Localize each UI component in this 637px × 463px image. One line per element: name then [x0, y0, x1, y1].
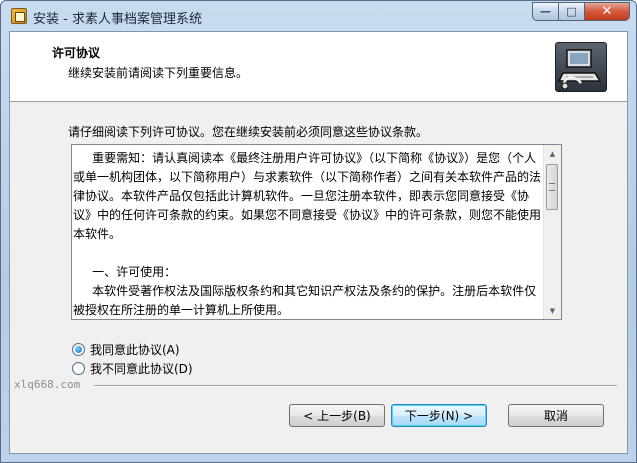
minimize-button[interactable]: — [532, 2, 559, 21]
brand-watermark: xlq668.com [14, 378, 81, 391]
footer-divider [94, 385, 617, 387]
maximize-icon: □ [566, 5, 577, 18]
close-button[interactable]: ✕ [585, 2, 630, 21]
license-text: 重要需知：请认真阅读本《最终注册用户许可协议》（以下简称《协议》）是您（个人或单… [73, 151, 542, 317]
installer-icon [11, 8, 27, 24]
disagree-option[interactable]: 我不同意此协议(D) [72, 360, 193, 377]
scroll-down-arrow-icon[interactable]: ▼ [544, 302, 561, 319]
maximize-button[interactable]: □ [559, 2, 585, 21]
scroll-up-arrow-icon[interactable]: ▲ [544, 145, 561, 162]
instruction-text: 请仔细阅读下列许可协议。您在继续安装前必须同意这些协议条款。 [68, 125, 429, 139]
next-button[interactable]: 下一步(N) > [391, 404, 487, 427]
window-title: 安装 - 求素人事档案管理系统 [33, 12, 202, 27]
page-subtitle: 继续安装前请阅读下列重要信息。 [68, 66, 249, 80]
scroll-thumb[interactable] [546, 164, 558, 210]
title-bar[interactable]: 安装 - 求素人事档案管理系统 — □ ✕ [1, 1, 636, 31]
license-scrollbar[interactable]: ▲ ▼ [543, 145, 561, 319]
wizard-header: 许可协议 继续安装前请阅读下列重要信息。 [10, 32, 627, 102]
agree-radio[interactable] [72, 343, 85, 356]
grip-icon [549, 183, 555, 191]
license-textbox[interactable]: 重要需知：请认真阅读本《最终注册用户许可协议》（以下简称《协议》）是您（个人或单… [71, 144, 562, 320]
back-button[interactable]: < 上一步(B) [289, 404, 385, 427]
disagree-label[interactable]: 我不同意此协议(D) [90, 360, 193, 377]
minimize-icon: — [540, 5, 551, 18]
cancel-button[interactable]: 取消 [508, 404, 604, 427]
computer-install-icon [555, 42, 607, 92]
wizard-body: 许可协议 继续安装前请阅读下列重要信息。 请仔细阅读下列许可协议。您在继续安装前… [9, 31, 628, 454]
page-title: 许可协议 [52, 46, 101, 60]
installer-window: 安装 - 求素人事档案管理系统 — □ ✕ 许可协议 继续安装前请阅读下列重要信… [0, 0, 637, 463]
close-icon: ✕ [601, 4, 613, 19]
caption-buttons: — □ ✕ [532, 2, 630, 22]
agree-label[interactable]: 我同意此协议(A) [90, 341, 180, 358]
agree-option[interactable]: 我同意此协议(A) [72, 341, 180, 358]
disagree-radio[interactable] [72, 362, 85, 375]
